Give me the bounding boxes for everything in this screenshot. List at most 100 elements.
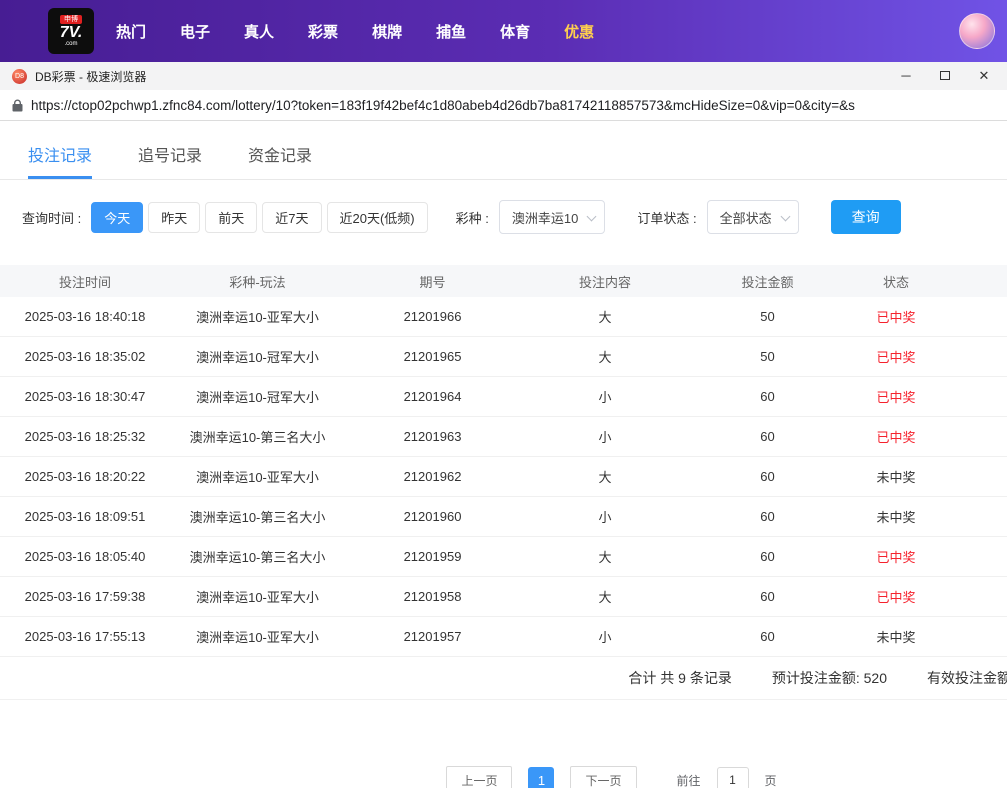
cell-status: 已中奖 (876, 430, 916, 445)
col-header-status: 状态 (882, 274, 909, 290)
cell-content: 大 (598, 310, 612, 325)
cell-content: 小 (598, 510, 612, 525)
next-page-button[interactable]: 下一页 (570, 766, 637, 788)
cell-content: 小 (598, 430, 612, 445)
cell-content: 大 (598, 470, 612, 485)
cell-amount: 60 (760, 549, 775, 564)
col-header-time: 投注时间 (58, 274, 111, 290)
maximize-icon (940, 71, 950, 80)
nav-item-promo[interactable]: 优惠 (564, 21, 594, 42)
time-filter-20days[interactable]: 近20天(低频) (326, 201, 428, 233)
logo-subtext: .com (64, 40, 78, 47)
browser-favicon-icon: D8 (12, 68, 27, 84)
nav-item-sports[interactable]: 体育 (500, 21, 530, 42)
cell-amount: 60 (760, 429, 775, 444)
order-status-select[interactable]: 全部状态 (706, 200, 799, 234)
record-tabs: 投注记录 追号记录 资金记录 (0, 134, 1007, 180)
maximize-button[interactable] (938, 69, 952, 83)
tab-bet-records[interactable]: 投注记录 (28, 134, 93, 179)
cell-status: 已中奖 (876, 550, 916, 565)
order-status-select-value: 全部状态 (719, 210, 772, 226)
nav-item-hot[interactable]: 热门 (116, 21, 146, 42)
cell-issue: 21201960 (403, 509, 462, 524)
site-logo[interactable]: 申博 7V. .com (48, 8, 94, 54)
site-nav-items: 热门 电子 真人 彩票 棋牌 捕鱼 体育 优惠 (116, 21, 594, 42)
user-avatar[interactable] (959, 13, 995, 49)
col-header-amount: 投注金额 (741, 274, 794, 290)
cell-time: 2025-03-16 17:59:38 (24, 589, 146, 604)
url-text[interactable]: https://ctop02pchwp1.zfnc84.com/lottery/… (31, 98, 855, 113)
tab-chase-records[interactable]: 追号记录 (138, 134, 202, 179)
col-header-game: 彩种-玩法 (229, 274, 286, 290)
browser-titlebar: D8 DB彩票 - 极速浏览器 ─ ✕ (0, 62, 1007, 90)
summary-expected-amount: 预计投注金额: 520 (771, 670, 887, 686)
time-filter-yesterday[interactable]: 昨天 (148, 201, 201, 233)
cell-game: 澳洲幸运10-冠军大小 (196, 390, 319, 405)
current-page-button[interactable]: 1 (528, 767, 555, 788)
cell-amount: 60 (760, 509, 775, 524)
nav-item-fishing[interactable]: 捕鱼 (436, 21, 466, 42)
nav-item-cards[interactable]: 棋牌 (372, 21, 402, 42)
col-header-issue: 期号 (419, 274, 446, 290)
filter-bar: 查询时间 : 今天 昨天 前天 近7天 近20天(低频) 彩种 : 澳洲幸运10… (0, 200, 1007, 234)
screen: 申博 7V. .com 热门 电子 真人 彩票 棋牌 捕鱼 体育 优惠 D8 D… (0, 0, 1007, 788)
cell-time: 2025-03-16 18:40:18 (24, 309, 146, 324)
close-button[interactable]: ✕ (977, 69, 991, 83)
cell-content: 小 (598, 390, 612, 405)
lottery-filter-label: 彩种 : (455, 210, 489, 226)
cell-game: 澳洲幸运10-第三名大小 (189, 510, 326, 525)
cell-issue: 21201962 (403, 469, 462, 484)
cell-status: 已中奖 (876, 390, 916, 405)
table-row: 2025-03-16 18:40:18 澳洲幸运10-亚军大小 21201966… (0, 297, 1007, 337)
lottery-select[interactable]: 澳洲幸运10 (498, 200, 606, 234)
cell-game: 澳洲幸运10-冠军大小 (196, 350, 319, 365)
cell-game: 澳洲幸运10-亚军大小 (196, 470, 319, 485)
chevron-down-icon (586, 211, 597, 222)
table-row: 2025-03-16 18:05:40 澳洲幸运10-第三名大小 2120195… (0, 537, 1007, 577)
nav-item-lottery[interactable]: 彩票 (308, 21, 338, 42)
cell-amount: 50 (760, 349, 775, 364)
summary-total-records: 合计 共 9 条记录 (628, 670, 732, 686)
goto-page-input[interactable] (716, 767, 749, 788)
browser-addressbar[interactable]: https://ctop02pchwp1.zfnc84.com/lottery/… (0, 90, 1007, 121)
logo-badge: 申博 (60, 14, 82, 24)
table-row: 2025-03-16 18:25:32 澳洲幸运10-第三名大小 2120196… (0, 417, 1007, 457)
time-filter-day-before[interactable]: 前天 (205, 201, 258, 233)
cell-time: 2025-03-16 18:05:40 (24, 549, 146, 564)
cell-status: 未中奖 (876, 470, 916, 485)
cell-status: 已中奖 (876, 310, 916, 325)
summary-valid-amount: 有效投注金额 (927, 670, 1007, 686)
cell-content: 小 (598, 630, 612, 645)
cell-issue: 21201964 (403, 389, 462, 404)
time-filter-7days[interactable]: 近7天 (262, 201, 322, 233)
pagination: 上一页 1 下一页 前往 页 (108, 766, 1007, 788)
cell-status: 已中奖 (876, 590, 916, 605)
search-button[interactable]: 查询 (830, 200, 901, 234)
table-row: 2025-03-16 18:35:02 澳洲幸运10-冠军大小 21201965… (0, 337, 1007, 377)
tab-fund-records[interactable]: 资金记录 (248, 134, 312, 179)
table-row: 2025-03-16 17:59:38 澳洲幸运10-亚军大小 21201958… (0, 577, 1007, 617)
cell-issue: 21201965 (403, 349, 462, 364)
cell-issue: 21201959 (403, 549, 462, 564)
cell-time: 2025-03-16 18:09:51 (24, 509, 146, 524)
lock-icon (12, 99, 23, 112)
cell-game: 澳洲幸运10-亚军大小 (196, 590, 319, 605)
col-header-content: 投注内容 (578, 274, 631, 290)
cell-time: 2025-03-16 18:35:02 (24, 349, 146, 364)
order-status-filter-label: 订单状态 : (637, 210, 697, 226)
table-row: 2025-03-16 18:30:47 澳洲幸运10-冠军大小 21201964… (0, 377, 1007, 417)
time-filter-today[interactable]: 今天 (91, 201, 144, 233)
table-row: 2025-03-16 17:55:13 澳洲幸运10-亚军大小 21201957… (0, 617, 1007, 657)
minimize-button[interactable]: ─ (899, 69, 913, 83)
prev-page-button[interactable]: 上一页 (446, 766, 513, 788)
table-row: 2025-03-16 18:09:51 澳洲幸运10-第三名大小 2120196… (0, 497, 1007, 537)
cell-game: 澳洲幸运10-第三名大小 (189, 550, 326, 565)
chevron-down-icon (780, 211, 791, 222)
cell-time: 2025-03-16 17:55:13 (24, 629, 146, 644)
logo-text: 7V. (59, 23, 83, 41)
nav-item-slots[interactable]: 电子 (180, 21, 210, 42)
window-title: DB彩票 - 极速浏览器 (35, 69, 147, 84)
bet-records-table: 投注时间 彩种-玩法 期号 投注内容 投注金额 状态 2025-03-16 18… (0, 265, 1007, 700)
cell-amount: 50 (760, 309, 775, 324)
nav-item-live[interactable]: 真人 (244, 21, 274, 42)
